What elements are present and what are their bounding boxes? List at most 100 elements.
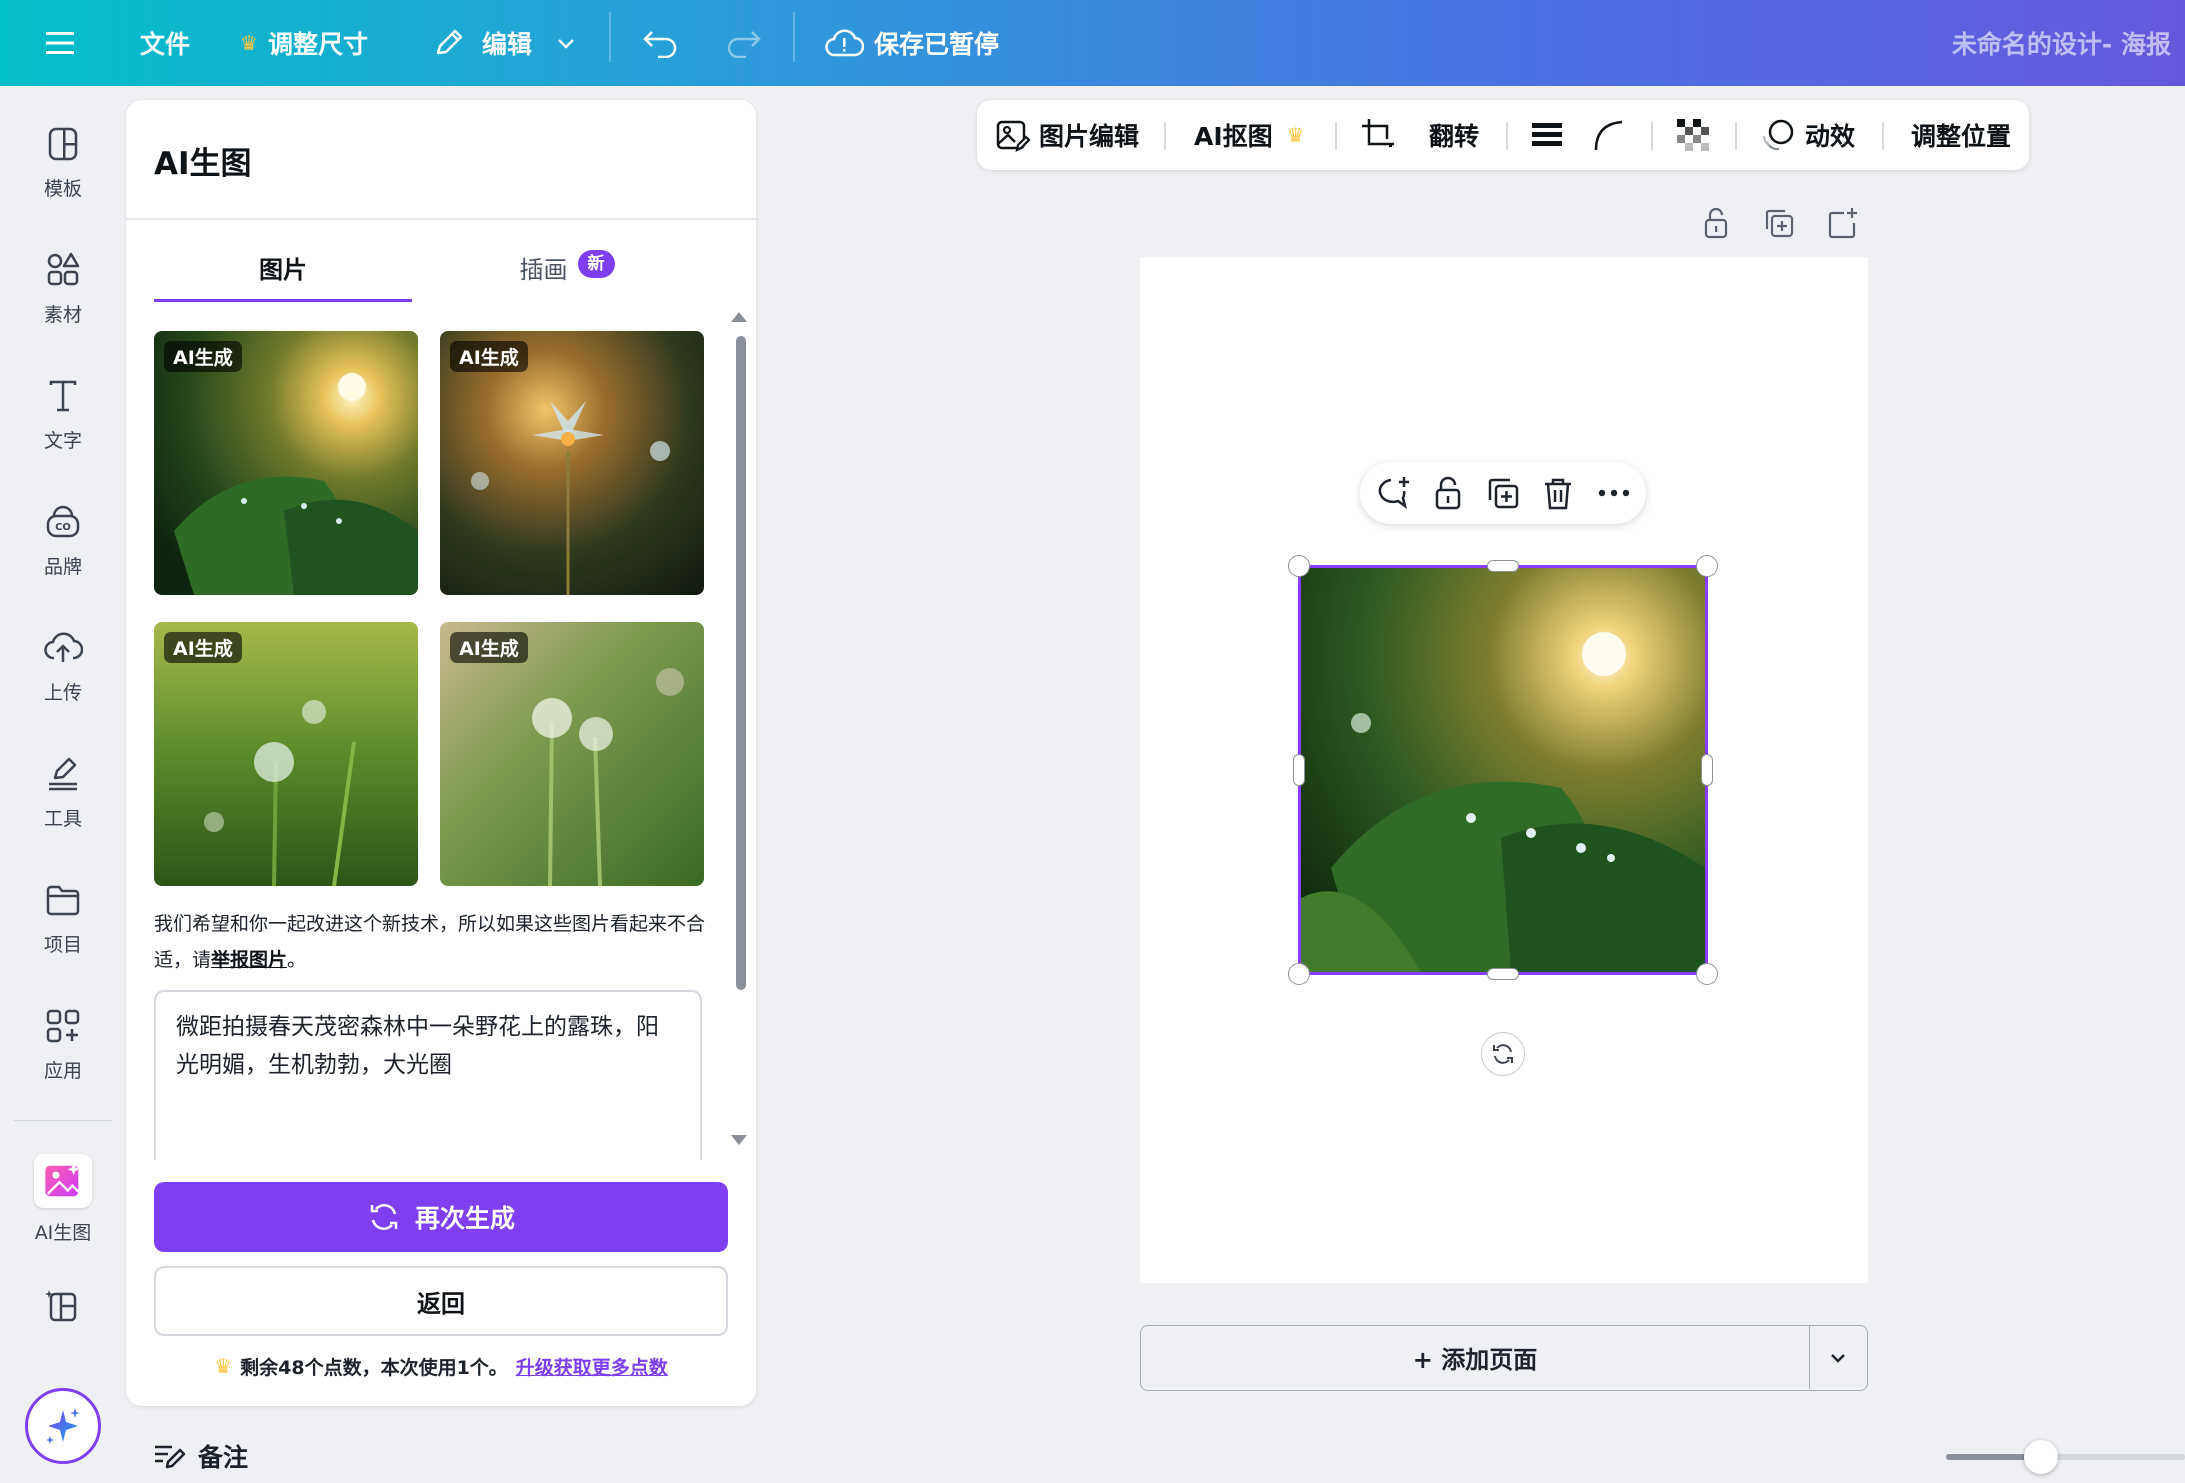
transparency-icon xyxy=(1677,119,1709,151)
pencil-icon xyxy=(436,29,463,55)
chevron-down-icon xyxy=(1831,1353,1845,1363)
generated-image-4[interactable]: AI生成 xyxy=(440,622,704,886)
delete-element-button[interactable] xyxy=(1540,475,1576,511)
transparency-button[interactable] xyxy=(1675,100,1711,170)
feedback-disclaimer: 我们希望和你一起改进这个新技术，所以如果这些图片看起来不合适，请举报图片。 xyxy=(154,906,722,978)
position-button[interactable]: 调整位置 xyxy=(1911,100,2011,170)
edit-menu[interactable]: 编辑 xyxy=(432,0,578,86)
undo-button[interactable] xyxy=(642,0,680,86)
prompt-textarea[interactable]: 微距拍摄春天茂密森林中一朵野花上的露珠，阳光明媚，生机勃勃，大光圈 xyxy=(154,990,702,1160)
ai-image-icon xyxy=(34,1154,92,1208)
generated-image-2[interactable]: AI生成 xyxy=(440,331,704,595)
rail-item-apps[interactable]: 应用 xyxy=(0,992,126,1102)
comment-button[interactable] xyxy=(1374,475,1410,511)
rail-item-projects[interactable]: 项目 xyxy=(0,866,126,976)
menu-button[interactable] xyxy=(44,0,76,86)
lock-element-button[interactable] xyxy=(1430,475,1466,511)
rotate-icon xyxy=(1493,1044,1513,1064)
notes-button[interactable]: 备注 xyxy=(152,1438,248,1474)
rail-divider xyxy=(14,1120,112,1121)
back-button[interactable]: 返回 xyxy=(154,1266,728,1336)
rail-item-elements[interactable]: 素材 xyxy=(0,236,126,346)
hamburger-icon xyxy=(46,32,74,54)
rail-item-more[interactable] xyxy=(0,1272,126,1332)
scroll-down-arrow[interactable] xyxy=(731,1135,747,1145)
rail-item-brand[interactable]: CO 品牌 xyxy=(0,488,126,598)
add-page-control: + 添加页面 xyxy=(1140,1325,1868,1391)
file-label: 文件 xyxy=(140,30,191,59)
image-toolbar: 图片编辑 AI抠图 ♛ 翻转 动效 调整位置 xyxy=(977,100,2029,170)
divider xyxy=(1735,122,1737,150)
crop-button[interactable] xyxy=(1360,100,1396,170)
notes-icon xyxy=(155,1445,186,1469)
redo-button[interactable] xyxy=(724,0,762,86)
add-page-dropdown[interactable] xyxy=(1810,1326,1866,1389)
resize-handle-top-right[interactable] xyxy=(1696,555,1718,577)
regenerate-button[interactable]: 再次生成 xyxy=(154,1182,728,1252)
rail-label: 应用 xyxy=(43,1060,82,1082)
animate-button[interactable]: 动效 xyxy=(1759,100,1855,170)
rail-label: 素材 xyxy=(43,304,82,326)
rail-label: 项目 xyxy=(43,934,82,956)
resize-handle-top-left[interactable] xyxy=(1288,555,1310,577)
resize-handle-bottom-right[interactable] xyxy=(1696,963,1718,985)
ai-generated-tag: AI生成 xyxy=(450,341,528,372)
resize-handle-bottom[interactable] xyxy=(1487,968,1519,980)
add-page-icon xyxy=(1828,208,1857,239)
resize-handle-right[interactable] xyxy=(1701,754,1713,786)
rail-label: 模板 xyxy=(43,178,82,200)
rail-label: 文字 xyxy=(43,430,82,452)
rail-item-upload[interactable]: 上传 xyxy=(0,614,126,724)
rail-item-ai-image[interactable]: AI生图 xyxy=(0,1140,126,1250)
resize-label: 调整尺寸 xyxy=(267,30,368,59)
lock-page-button[interactable] xyxy=(1698,205,1734,241)
credits-info: ♛ 剩余48个点数，本次使用1个。 升级获取更多点数 xyxy=(126,1346,756,1386)
svg-text:CO: CO xyxy=(55,522,71,533)
comment-add-icon xyxy=(1378,477,1409,509)
scrollbar-thumb[interactable] xyxy=(736,336,746,990)
image-edit-button[interactable]: 图片编辑 xyxy=(995,100,1139,170)
document-title[interactable]: 未命名的设计- 海报 xyxy=(1952,0,2171,86)
resize-handle-top[interactable] xyxy=(1487,560,1519,572)
edit-label: 编辑 xyxy=(482,30,533,59)
crown-icon: ♛ xyxy=(214,1354,233,1378)
ai-generated-tag: AI生成 xyxy=(164,341,242,372)
panel-divider xyxy=(126,218,756,220)
save-status[interactable]: 保存已暂停 xyxy=(824,0,999,86)
top-bar: 文件 ♛ 调整尺寸 编辑 保存已暂停 未命名的设计- 海报 xyxy=(0,0,2185,86)
rail-item-templates[interactable]: 模板 xyxy=(0,110,126,220)
divider xyxy=(1506,122,1508,150)
scroll-up-arrow[interactable] xyxy=(731,312,747,322)
generated-image-3[interactable]: AI生成 xyxy=(154,622,418,886)
add-page-icon-button[interactable] xyxy=(1824,205,1860,241)
ai-cutout-button[interactable]: AI抠图 ♛ xyxy=(1194,100,1305,170)
report-image-link[interactable]: 举报图片 xyxy=(211,949,287,971)
rotate-handle[interactable] xyxy=(1481,1032,1525,1076)
zoom-slider-knob[interactable] xyxy=(2024,1440,2058,1474)
selected-image[interactable] xyxy=(1298,565,1708,975)
magic-assistant-button[interactable] xyxy=(25,1388,101,1464)
duplicate-page-button[interactable] xyxy=(1761,205,1797,241)
crop-icon xyxy=(1362,119,1394,147)
resize-handle-bottom-left[interactable] xyxy=(1288,963,1310,985)
sparkle-icon xyxy=(46,1408,80,1444)
generated-image-1[interactable]: AI生成 xyxy=(154,331,418,595)
rail-item-tools[interactable]: 工具 xyxy=(0,740,126,850)
notes-label: 备注 xyxy=(198,1443,249,1472)
tab-images[interactable]: 图片 xyxy=(154,250,412,302)
add-page-button[interactable]: + 添加页面 xyxy=(1141,1326,1810,1389)
rail-item-text[interactable]: 文字 xyxy=(0,362,126,472)
resize-button[interactable]: ♛ 调整尺寸 xyxy=(240,0,368,86)
resize-handle-left[interactable] xyxy=(1293,754,1305,786)
corner-rounding-button[interactable] xyxy=(1592,100,1626,170)
flip-button[interactable]: 翻转 xyxy=(1429,100,1479,170)
tab-illustrations[interactable]: 插画 新 xyxy=(438,250,696,302)
disclaimer-end: 。 xyxy=(287,949,307,971)
upgrade-link[interactable]: 升级获取更多点数 xyxy=(516,1353,668,1380)
duplicate-element-button[interactable] xyxy=(1485,475,1521,511)
ai-cutout-label: AI抠图 xyxy=(1194,122,1273,151)
redo-icon xyxy=(727,31,761,58)
file-menu[interactable]: 文件 xyxy=(140,0,190,86)
more-options-button[interactable] xyxy=(1596,475,1632,511)
border-style-button[interactable] xyxy=(1530,100,1564,170)
